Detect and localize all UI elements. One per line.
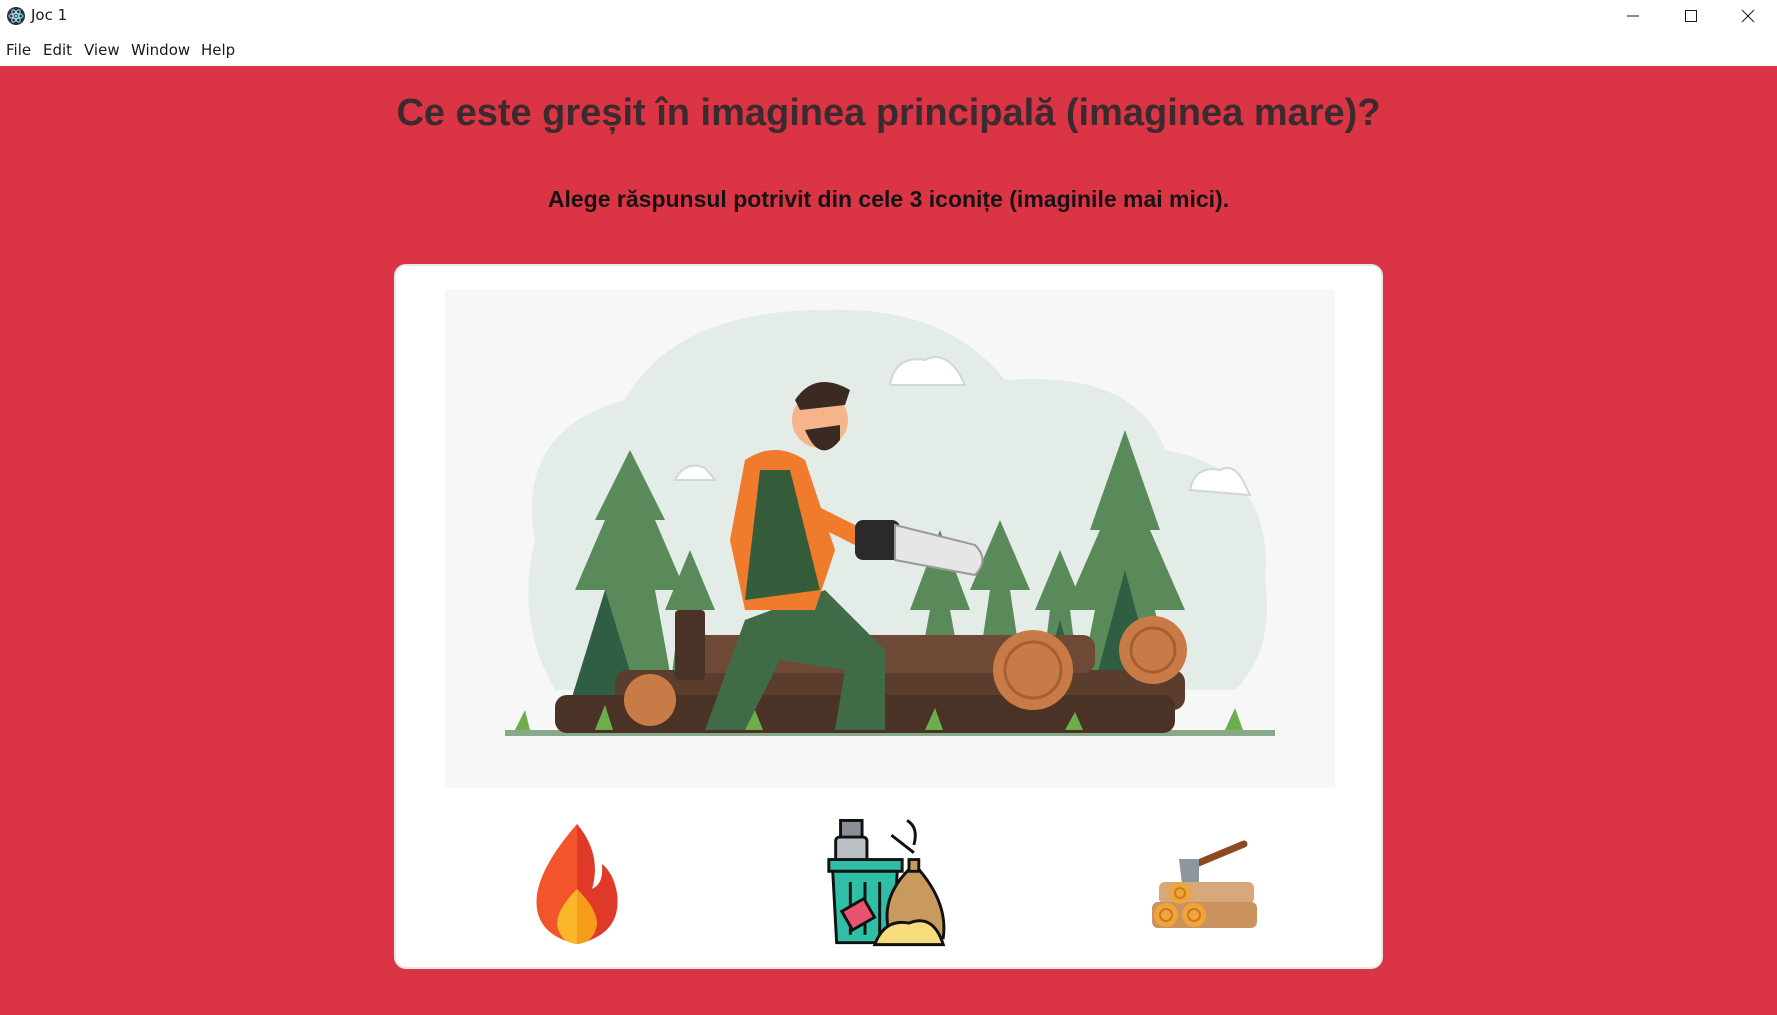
minimize-icon xyxy=(1627,15,1639,17)
menu-window[interactable]: Window xyxy=(131,41,190,59)
maximize-icon xyxy=(1685,10,1697,22)
minimize-button[interactable] xyxy=(1604,0,1662,32)
menu-file[interactable]: File xyxy=(6,41,31,59)
menu-help[interactable]: Help xyxy=(201,41,235,59)
fire-icon xyxy=(536,824,618,944)
close-button[interactable] xyxy=(1719,0,1777,32)
electron-icon xyxy=(7,7,25,25)
lumberjack-illustration xyxy=(445,290,1335,788)
question-heading: Ce este greșit în imaginea principală (i… xyxy=(396,92,1381,134)
menu-edit[interactable]: Edit xyxy=(43,41,72,59)
axe-firewood-icon xyxy=(1152,840,1257,928)
game-area: Ce este greșit în imaginea principală (i… xyxy=(0,66,1777,1015)
instruction-text: Alege răspunsul potrivit din cele 3 icon… xyxy=(547,186,1230,212)
menu-view[interactable]: View xyxy=(84,41,120,59)
title-bar: Joc 1 xyxy=(0,0,1777,32)
garbage-bin-icon xyxy=(827,818,946,947)
option-garbage[interactable] xyxy=(821,814,953,954)
maximize-button[interactable] xyxy=(1662,0,1720,32)
close-icon xyxy=(1741,9,1755,23)
menu-bar: File Edit View Window Help xyxy=(0,32,1777,66)
option-fire[interactable] xyxy=(511,814,643,954)
option-firewood[interactable] xyxy=(1138,814,1270,954)
quiz-card xyxy=(394,264,1383,969)
window-title: Joc 1 xyxy=(31,6,68,24)
